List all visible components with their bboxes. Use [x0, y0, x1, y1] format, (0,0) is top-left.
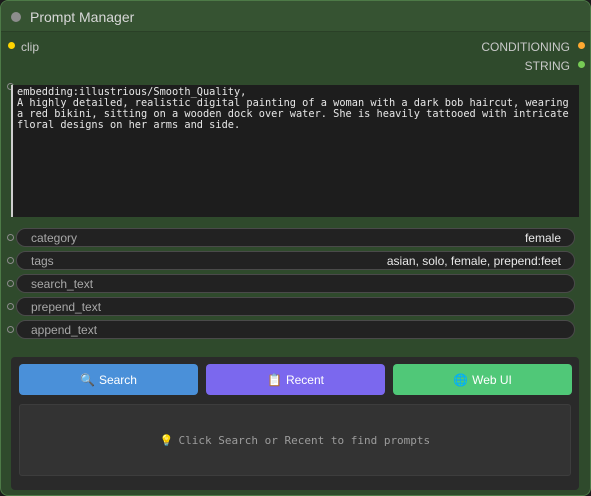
append-text-input-slot[interactable]	[7, 326, 14, 333]
prepend-text-input-slot[interactable]	[7, 303, 14, 310]
tags-input-slot[interactable]	[7, 257, 14, 264]
string-output-label: STRING	[524, 59, 570, 73]
tags-label: tags	[31, 254, 54, 268]
append-text-label: append_text	[31, 323, 98, 337]
clip-input-label: clip	[21, 40, 40, 54]
clipboard-icon: 📋	[267, 372, 282, 387]
conditioning-output-label: CONDITIONING	[481, 40, 570, 54]
node-title: Prompt Manager	[30, 9, 135, 25]
lightbulb-icon: 💡	[159, 433, 174, 447]
magnifier-icon: 🔍	[80, 372, 95, 387]
tags-value: asian, solo, female, prepend:feet	[386, 254, 561, 268]
prepend-text-label: prepend_text	[31, 300, 102, 314]
search-text-input-slot[interactable]	[7, 280, 14, 287]
search-text-label: search_text	[31, 277, 94, 291]
prompt-manager-node[interactable]: Prompt Manager clip CONDITIONING STRING …	[0, 0, 591, 496]
results-message: Click Search or Recent to find prompts	[178, 433, 431, 447]
node-title-bar[interactable]: Prompt Manager	[1, 1, 590, 32]
category-input-slot[interactable]	[7, 234, 14, 241]
web-ui-button[interactable]: 🌐 Web UI	[393, 364, 572, 395]
recent-button-label: Recent	[285, 372, 324, 387]
category-value: female	[524, 231, 561, 245]
results-area: 💡 Click Search or Recent to find prompts	[19, 404, 571, 476]
prompt-textarea[interactable]: embedding:illustrious/Smooth_Quality, A …	[11, 85, 579, 217]
tags-widget[interactable]: tags asian, solo, female, prepend:feet	[16, 251, 575, 270]
recent-button[interactable]: 📋 Recent	[206, 364, 385, 395]
category-widget[interactable]: category female	[16, 228, 575, 247]
append-text-widget[interactable]: append_text	[16, 320, 575, 339]
action-panel: 🔍 Search 📋 Recent 🌐 Web UI 💡 Click Searc…	[11, 357, 579, 490]
clip-input-slot[interactable]	[8, 42, 15, 49]
globe-icon: 🌐	[453, 372, 469, 387]
web-ui-button-label: Web UI	[472, 372, 512, 387]
string-output-slot[interactable]	[578, 61, 585, 68]
search-button[interactable]: 🔍 Search	[19, 364, 198, 395]
collapse-toggle[interactable]	[11, 12, 21, 22]
search-text-widget[interactable]: search_text	[16, 274, 575, 293]
conditioning-output-slot[interactable]	[578, 42, 585, 49]
search-button-label: Search	[98, 372, 137, 387]
prepend-text-widget[interactable]: prepend_text	[16, 297, 575, 316]
category-label: category	[31, 231, 78, 245]
